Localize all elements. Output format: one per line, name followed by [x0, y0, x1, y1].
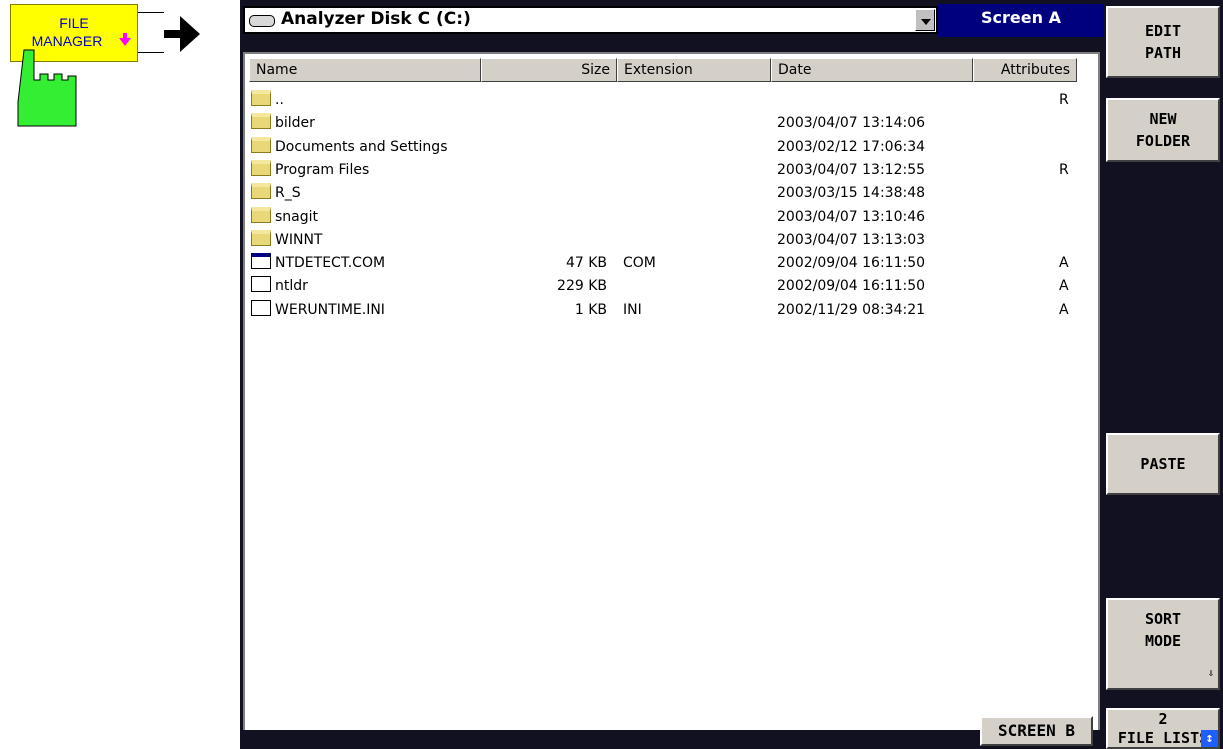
file-lists-line1: 2	[1158, 710, 1168, 728]
disk-drive-icon	[249, 15, 275, 27]
screen-b-button[interactable]: SCREEN B	[980, 716, 1093, 746]
file-date: 2003/04/07 13:12:55	[777, 161, 926, 178]
submenu-arrow-icon: ⇩	[1207, 668, 1214, 679]
file-date: 2002/11/29 08:34:21	[777, 301, 926, 318]
analyzer-screen: Analyzer Disk C (C:) Screen A Name Size …	[240, 0, 1223, 749]
file-name: ..	[275, 92, 284, 108]
file-date: 2002/09/04 16:11:50	[777, 278, 926, 295]
file-row[interactable]: WINNT 2003/04/07 13:13:03	[245, 228, 1095, 251]
file-date: 2003/04/07 13:10:46	[777, 208, 926, 225]
toggle-icon: ↕	[1201, 730, 1218, 747]
file-name: Documents and Settings	[275, 138, 448, 155]
file-size: 229 KB	[557, 278, 607, 295]
file-list[interactable]: Name Size Extension Date Attributes .. Rb…	[243, 52, 1100, 738]
file-name: snagit	[275, 208, 319, 225]
new-folder-softkey[interactable]: NEW FOLDER	[1106, 98, 1220, 162]
file-date: 2003/04/07 13:14:06	[777, 115, 926, 132]
file-lists-softkey[interactable]: 2 FILE LISTS ↕	[1106, 708, 1220, 749]
file-date: 2003/04/07 13:13:03	[777, 231, 926, 248]
drive-label: Analyzer Disk C (C:)	[281, 9, 471, 29]
file-size: 47 KB	[565, 255, 607, 272]
file-name: NTDETECT.COM	[275, 255, 386, 272]
ini-file-icon	[251, 299, 271, 316]
file-row[interactable]: NTDETECT.COM 47 KB COM 2002/09/04 16:11:50 A	[245, 251, 1095, 274]
folder-icon	[251, 90, 271, 106]
file-row[interactable]: R_S 2003/03/15 14:38:48	[245, 181, 1095, 204]
file-name: WERUNTIME.INI	[275, 301, 385, 318]
screen-title: Screen A	[938, 4, 1104, 37]
file-attributes: A	[1059, 301, 1069, 318]
file-row[interactable]: Program Files 2003/04/07 13:12:55 R	[245, 158, 1095, 181]
file-extension: COM	[623, 255, 656, 272]
folder-icon	[251, 136, 271, 153]
sort-mode-softkey[interactable]: SORT MODE ⇩	[1106, 598, 1220, 690]
file-attributes: A	[1059, 255, 1069, 272]
file-row[interactable]: bilder 2003/04/07 13:14:06	[245, 111, 1095, 134]
file-size: 1 KB	[574, 301, 607, 318]
connector-line-top	[138, 12, 164, 13]
edit-path-line1: EDIT	[1144, 22, 1182, 40]
right-arrow-icon	[164, 16, 200, 52]
folder-icon	[251, 229, 271, 246]
path-selector[interactable]: Analyzer Disk C (C:)	[243, 6, 938, 34]
connector-line-bottom	[138, 52, 164, 53]
dropdown-button[interactable]	[915, 9, 935, 31]
file-row[interactable]: .. R	[245, 88, 1095, 111]
file-date: 2002/09/04 16:11:50	[777, 255, 926, 272]
new-folder-line2: FOLDER	[1135, 132, 1191, 150]
file-row[interactable]: Documents and Settings 2003/02/12 17:06:3…	[245, 135, 1095, 158]
pointing-hand-icon	[17, 49, 77, 127]
file-attributes: A	[1059, 278, 1069, 295]
paste-softkey[interactable]: PASTE	[1106, 433, 1220, 495]
column-header-attributes[interactable]: Attributes	[973, 58, 1077, 82]
column-header-size[interactable]: Size	[481, 58, 617, 82]
folder-icon	[251, 183, 271, 200]
file-row[interactable]: snagit 2003/04/07 13:10:46	[245, 205, 1095, 228]
file-row[interactable]: WERUNTIME.INI 1 KB INI 2002/11/29 08:34:21 A	[245, 298, 1095, 321]
sort-mode-line1: SORT	[1144, 610, 1182, 628]
file-attributes: R	[1059, 92, 1069, 108]
column-header-date[interactable]: Date	[771, 58, 973, 82]
folder-icon	[251, 206, 271, 223]
file-name: R_S	[275, 185, 301, 202]
column-header-name[interactable]: Name	[249, 58, 481, 82]
new-folder-line1: NEW	[1149, 110, 1177, 128]
hardkey-label-line1: FILE	[59, 15, 89, 31]
file-attributes: R	[1059, 161, 1069, 178]
folder-icon	[251, 159, 271, 176]
file-date: 2003/03/15 14:38:48	[777, 185, 926, 202]
paste-label: PASTE	[1140, 455, 1186, 473]
edit-path-line2: PATH	[1144, 44, 1182, 62]
file-extension: INI	[623, 301, 642, 318]
folder-icon	[251, 113, 271, 130]
edit-path-softkey[interactable]: EDIT PATH	[1106, 6, 1220, 78]
file-row[interactable]: ntldr 229 KB 2002/09/04 16:11:50 A	[245, 274, 1095, 297]
bottom-bar	[240, 730, 1106, 749]
system-file-icon	[251, 276, 271, 293]
file-name: WINNT	[275, 231, 323, 248]
application-icon	[251, 253, 271, 270]
file-name: ntldr	[275, 278, 308, 295]
file-name: Program Files	[275, 161, 370, 178]
submenu-arrow-head-icon	[119, 38, 131, 46]
column-header-extension[interactable]: Extension	[617, 58, 771, 82]
file-date: 2003/02/12 17:06:34	[777, 138, 926, 155]
sort-mode-line2: MODE	[1144, 632, 1182, 650]
file-name: bilder	[275, 115, 315, 132]
